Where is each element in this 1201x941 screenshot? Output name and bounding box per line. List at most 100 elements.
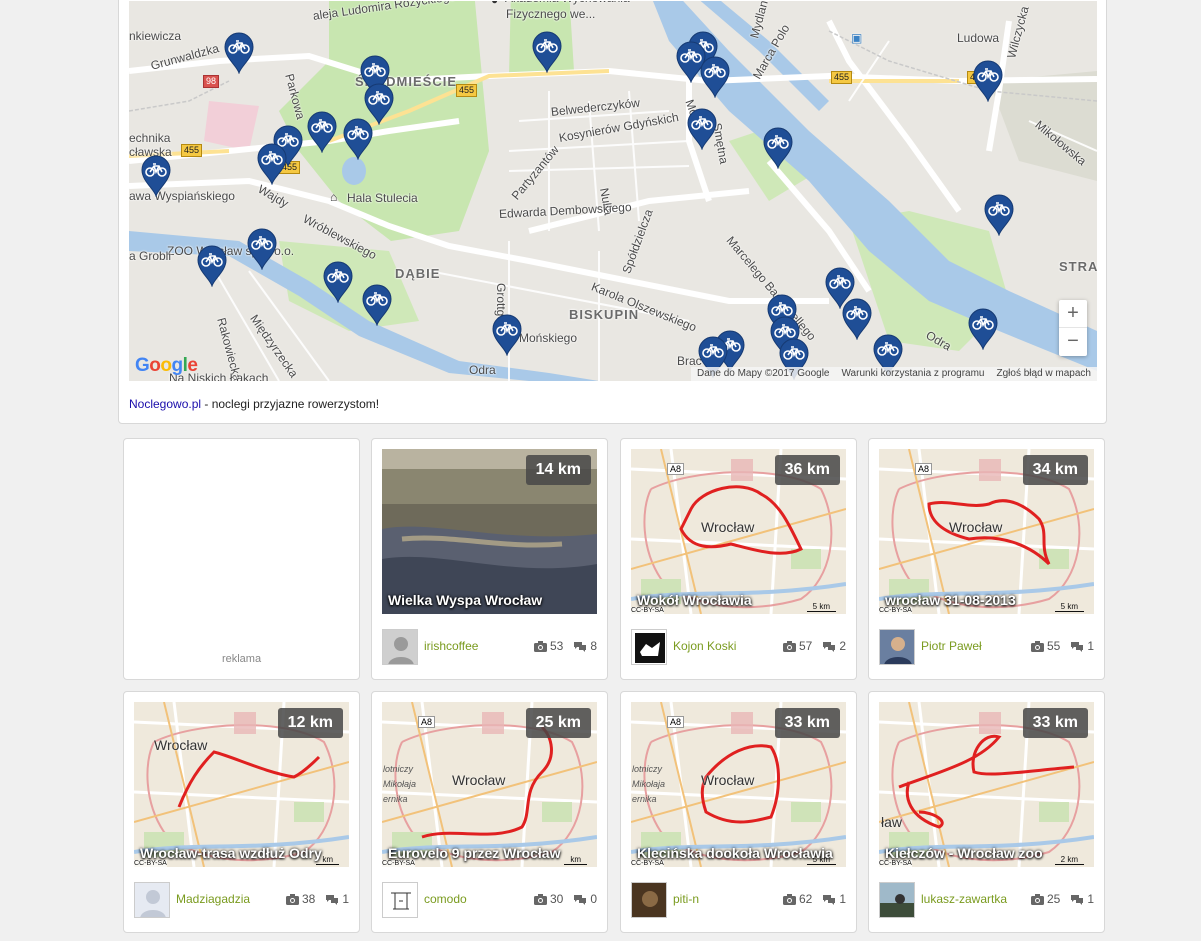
bike-marker-icon[interactable]: [196, 245, 228, 287]
route-title[interactable]: Klecińska dookoła Wrocławia: [637, 845, 833, 861]
thumb-road-label: A8: [667, 463, 685, 475]
thumb-scale-bar: 2 km: [1054, 855, 1084, 865]
bike-marker-icon[interactable]: [531, 31, 563, 73]
route-card[interactable]: Wrocław km CC-BY-SA 12 km Wrocław-trasa wzdł…: [123, 691, 360, 933]
bike-marker-icon[interactable]: [686, 108, 718, 150]
bike-marker-icon[interactable]: [762, 127, 794, 169]
user-avatar[interactable]: [631, 882, 667, 918]
bike-marker-icon[interactable]: [972, 60, 1004, 102]
bike-marker-icon[interactable]: [246, 228, 278, 270]
thumb-road-label: A8: [667, 716, 685, 728]
comments-icon: [823, 641, 836, 652]
thumb-road-label: A8: [418, 716, 436, 728]
bike-marker-icon[interactable]: [322, 261, 354, 303]
photo-count-value: 25: [1046, 892, 1061, 906]
route-counts: 57 2: [782, 639, 846, 653]
distance-badge: 33 km: [774, 708, 840, 738]
user-avatar[interactable]: [631, 629, 667, 665]
comment-count: 1: [325, 892, 349, 906]
route-counts: 55 1: [1030, 639, 1094, 653]
bike-marker-icon[interactable]: [699, 56, 731, 98]
bike-marker-icon[interactable]: [361, 284, 393, 326]
thumb-map-label: ernika: [383, 794, 408, 804]
route-title[interactable]: Wrocław-trasa wzdłuż Odry: [140, 845, 322, 861]
terms-link[interactable]: Warunki korzystania z programu: [841, 367, 984, 381]
thumb-license: CC-BY-SA: [134, 860, 167, 867]
route-meta: Madziagadzia 38 1: [134, 882, 349, 918]
route-thumbnail[interactable]: Wrocław km CC-BY-SA 12 km Wrocław-trasa wzdł…: [134, 702, 349, 867]
google-map[interactable]: aleja Ludomira RóżyckiegoAkademia Wychow…: [129, 1, 1097, 381]
route-thumbnail[interactable]: ław 2 km CC-BY-SA 33 km Kiełczów - Wrocław z…: [879, 702, 1094, 867]
bike-marker-icon[interactable]: [491, 314, 523, 356]
route-card[interactable]: Wrocław A8 lotniczy Mikołaja ernika 5 km CC-BY…: [620, 691, 857, 933]
caption-text: - noclegi przyjazne rowerzystom!: [201, 397, 380, 411]
google-logo[interactable]: Google: [135, 355, 198, 377]
username-link[interactable]: Madziagadzia: [176, 892, 250, 906]
page: aleja Ludomira RóżyckiegoAkademia Wychow…: [0, 0, 1201, 941]
route-title[interactable]: wrocław 31-08-2013: [885, 592, 1016, 608]
map-attribution: Dane do Mapy ©2017 Google Warunki korzys…: [691, 367, 1097, 381]
map-label: BISKUPIN: [569, 307, 640, 322]
bike-marker-icon[interactable]: [342, 118, 374, 160]
thumb-city-label: ław: [881, 814, 903, 830]
distance-badge: 25 km: [525, 708, 591, 738]
thumb-map-label: lotniczy: [632, 764, 663, 774]
route-title[interactable]: Eurovelo 9 przez Wrocław: [388, 845, 560, 861]
route-title[interactable]: Wielka Wyspa Wrocław: [388, 592, 542, 608]
user-avatar[interactable]: [879, 629, 915, 665]
route-card[interactable]: Wrocław A8 lotniczy Mikołaja ernika km CC-BY-S…: [371, 691, 608, 933]
username-link[interactable]: Kojon Koski: [673, 639, 736, 653]
username-link[interactable]: piti-n: [673, 892, 699, 906]
comments-icon: [574, 894, 587, 905]
route-thumbnail[interactable]: Wrocław A8 lotniczy Mikołaja ernika km CC-BY-S…: [382, 702, 597, 867]
camera-icon: [285, 893, 299, 905]
user-avatar[interactable]: [134, 882, 170, 918]
bike-marker-icon[interactable]: [140, 155, 172, 197]
bike-marker-icon[interactable]: [841, 298, 873, 340]
route-title[interactable]: Kiełczów - Wrocław zoo: [885, 845, 1043, 861]
user-avatar[interactable]: [382, 629, 418, 665]
photo-count-value: 38: [301, 892, 316, 906]
route-card[interactable]: ław 2 km CC-BY-SA 33 km Kiełczów - Wrocław z…: [868, 691, 1105, 933]
report-error-link[interactable]: Zgłoś błąd w mapach: [997, 367, 1092, 381]
zoom-out-button[interactable]: −: [1059, 328, 1087, 356]
username-link[interactable]: Piotr Paweł: [921, 639, 982, 653]
bike-marker-icon[interactable]: [223, 32, 255, 74]
bike-marker-icon[interactable]: [306, 111, 338, 153]
route-thumbnail[interactable]: Wrocław A8 5 km CC-BY-SA 34 km wrocław 31-08-…: [879, 449, 1094, 614]
comments-icon: [1071, 641, 1084, 652]
route-card[interactable]: Wrocław A8 5 km CC-BY-SA 34 km wrocław 31-08-…: [868, 438, 1105, 680]
route-title[interactable]: Wokół Wrocławia: [637, 592, 752, 608]
route-counts: 30 0: [533, 892, 597, 906]
route-meta: irishcoffee 53 8: [382, 629, 597, 665]
zoom-control: + −: [1059, 300, 1087, 356]
route-card[interactable]: 14 km Wielka Wyspa Wrocław irishcoffee 53 8: [371, 438, 608, 680]
road-number-shield: 455: [181, 144, 203, 157]
route-card[interactable]: Wrocław A8 5 km CC-BY-SA 36 km Wokół Wrocławi…: [620, 438, 857, 680]
bike-marker-icon[interactable]: [256, 143, 288, 185]
thumb-license: CC-BY-SA: [879, 607, 912, 614]
map-label: Ludowa: [957, 31, 1000, 45]
route-counts: 62 1: [782, 892, 846, 906]
bike-marker-icon[interactable]: [983, 194, 1015, 236]
route-thumbnail[interactable]: 14 km Wielka Wyspa Wrocław: [382, 449, 597, 614]
comments-icon: [823, 894, 836, 905]
route-meta: Piotr Paweł 55 1: [879, 629, 1094, 665]
username-link[interactable]: irishcoffee: [424, 639, 478, 653]
route-thumbnail[interactable]: Wrocław A8 lotniczy Mikołaja ernika 5 km CC-BY…: [631, 702, 846, 867]
comment-count-value: 1: [839, 892, 846, 906]
thumb-city-label: Wrocław: [949, 519, 1003, 535]
zoom-in-button[interactable]: +: [1059, 300, 1087, 328]
ad-card[interactable]: reklama: [123, 438, 360, 680]
comment-count-value: 1: [1087, 892, 1094, 906]
map-panel: aleja Ludomira RóżyckiegoAkademia Wychow…: [118, 0, 1107, 424]
route-thumbnail[interactable]: Wrocław A8 5 km CC-BY-SA 36 km Wokół Wrocławi…: [631, 449, 846, 614]
user-avatar[interactable]: [382, 882, 418, 918]
distance-badge: 12 km: [277, 708, 343, 738]
photo-count: 30: [533, 892, 563, 906]
user-avatar[interactable]: [879, 882, 915, 918]
noclegowo-link[interactable]: Noclegowo.pl: [129, 397, 201, 411]
username-link[interactable]: lukasz-zawartka: [921, 892, 1007, 906]
username-link[interactable]: comodo: [424, 892, 467, 906]
bike-marker-icon[interactable]: [967, 308, 999, 350]
